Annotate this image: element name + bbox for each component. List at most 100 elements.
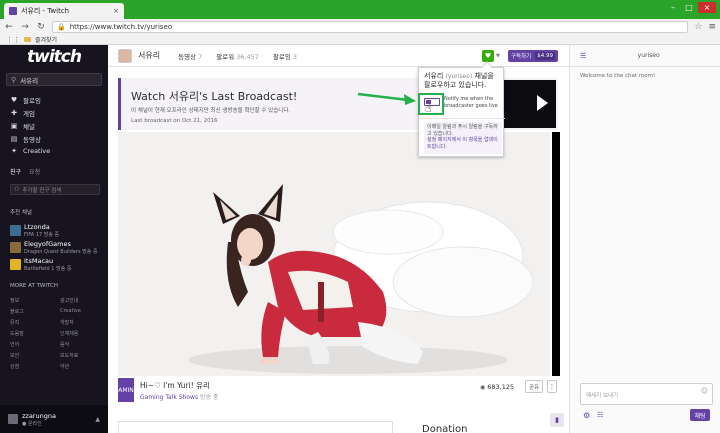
chat-header: ☰ yuriseo: [570, 45, 720, 67]
popup-channel-name: 서유리: [424, 72, 444, 80]
tab-friends[interactable]: 친구: [10, 167, 21, 176]
apps-grid-icon[interactable]: ⋮⋮: [6, 36, 20, 44]
divider: [419, 118, 505, 119]
chat-bubble-icon[interactable]: ▮: [550, 413, 564, 427]
forward-icon[interactable]: →: [20, 22, 30, 32]
heart-icon: ♥: [484, 52, 492, 60]
channel-name[interactable]: 서유리: [138, 50, 160, 61]
browser-menu-icon[interactable]: ≡: [708, 22, 716, 32]
close-window-button[interactable]: ×: [698, 2, 716, 13]
channel-avatar: [10, 225, 21, 236]
footer-link[interactable]: 보안: [10, 352, 60, 359]
viewer-list-icon[interactable]: ☷: [597, 411, 603, 419]
video-player[interactable]: [118, 132, 550, 376]
chat-welcome-message: Welcome to the chat room!: [580, 73, 656, 79]
tab-title: 서유리 - Twitch: [21, 7, 70, 15]
stat-following[interactable]: 팔로잉 3: [273, 51, 297, 61]
more-options-button[interactable]: ⋮: [547, 380, 557, 393]
footer-link[interactable]: 언어: [10, 341, 60, 348]
recommended-channel[interactable]: ElegyofGames Dragon Quest Builders 방송 중: [10, 240, 98, 255]
channel-avatar: [10, 259, 21, 270]
nav-games[interactable]: ✚ 게임: [10, 108, 35, 118]
footer-link[interactable]: 약관: [60, 363, 95, 370]
footer-link[interactable]: 인재채용: [60, 330, 95, 337]
lock-icon: 🔒: [57, 23, 66, 31]
more-at-twitch-title: MORE AT TWITCH: [10, 283, 58, 289]
nav-channels[interactable]: ▣ 채널: [10, 121, 35, 131]
footer-link[interactable]: 개발자: [60, 319, 95, 326]
footer-link[interactable]: 블로그: [10, 308, 60, 315]
settings-link[interactable]: 설정 페이지에서 이 항목을 업데이트합니다.: [427, 137, 499, 150]
last-broadcast-thumbnail[interactable]: [501, 80, 556, 128]
friends-tabs: 친구 요청: [10, 167, 40, 176]
footer-link[interactable]: 뮤직: [10, 319, 60, 326]
channel-avatar[interactable]: [118, 48, 132, 63]
left-sidebar: twitch ⚲ 서유리 ♥ 팔로잉 ✚ 게임 ▣ 채널 ▤ 동영상 ✦ Cre…: [0, 45, 108, 433]
play-icon: [537, 95, 548, 111]
footer-link[interactable]: 음악: [60, 341, 95, 348]
user-name: zzarungna: [22, 411, 56, 420]
footer-link[interactable]: 정보: [10, 297, 60, 304]
nav-following[interactable]: ♥ 팔로잉: [10, 95, 41, 105]
footer-link[interactable]: 광고안내: [60, 297, 95, 304]
nav-creative[interactable]: ✦ Creative: [10, 147, 50, 155]
stat-followers[interactable]: 팔로워 36,457: [216, 51, 259, 61]
footer-link[interactable]: 도움말: [10, 330, 60, 337]
user-add-icon: ⚇: [14, 186, 20, 193]
twitch-logo[interactable]: twitch: [27, 47, 82, 67]
popup-info-text: 이메일 알림과 푸시 알림을 구독하고 있습니다.: [427, 124, 498, 137]
video-side-bar: [552, 132, 560, 376]
reload-icon[interactable]: ↻: [36, 22, 46, 32]
stat-value: 7: [198, 52, 203, 61]
gear-icon[interactable]: ⚙: [583, 411, 590, 420]
friend-search-placeholder: 추가할 친구 검색: [22, 187, 62, 194]
avatar: [8, 414, 18, 424]
bookmarks-bar: ⋮⋮ 즐겨찾기: [0, 35, 720, 45]
minimize-button[interactable]: –: [666, 2, 680, 13]
back-icon[interactable]: ←: [4, 22, 14, 32]
address-bar[interactable]: 🔒 https://www.twitch.tv/yuriseo: [52, 21, 689, 33]
window-controls: – □ ×: [666, 2, 716, 13]
browser-tab[interactable]: 서유리 - Twitch ×: [4, 3, 124, 19]
chat-panel: ☰ yuriseo Welcome to the chat room! 메세지 …: [569, 45, 720, 433]
emoji-icon[interactable]: ☺: [701, 387, 708, 395]
annotation-arrow-icon: [357, 92, 416, 105]
game-name: Gaming Talk Shows: [140, 394, 199, 401]
footer-link[interactable]: Creative: [60, 308, 95, 315]
bookmark-favorites[interactable]: 즐겨찾기: [35, 35, 57, 44]
tab-requests[interactable]: 요청: [29, 167, 40, 176]
stat-videos[interactable]: 동영상 7: [178, 51, 202, 61]
banner-date: Last broadcast on Oct 21, 2016: [131, 118, 218, 124]
stream-info: GAMING Hi~♡ I'm Yuri! 유리 Gaming Talk Sho…: [114, 378, 558, 408]
friend-search-input[interactable]: ⚇ 추가할 친구 검색: [10, 184, 100, 195]
stream-game-logo[interactable]: GAMING: [114, 378, 138, 402]
viewer-count: ◉ 683,125: [480, 383, 514, 391]
user-menu[interactable]: zzarungna ● 온라인 ▲: [0, 405, 108, 433]
browser-toolbar: ← → ↻ 🔒 https://www.twitch.tv/yuriseo ☆ …: [0, 19, 720, 35]
stat-label: 팔로워: [216, 52, 235, 61]
more-links: 정보 광고안내 블로그 Creative 뮤직 개발자 도움말 인재채용 언어 …: [10, 297, 95, 370]
subscribe-button[interactable]: 구독하기 $4.99: [508, 50, 558, 62]
follow-button[interactable]: ♥: [482, 50, 494, 62]
recommended-channel[interactable]: ItsMacau Battlefield 1 방송 중: [10, 257, 71, 272]
popup-title: 서유리 (yuriseo) 채널을 팔로우하고 있습니다.: [424, 72, 502, 90]
share-button[interactable]: 공유: [525, 380, 543, 393]
popup-channel-id: (yuriseo): [445, 73, 473, 80]
user-status: ● 온라인: [22, 420, 42, 427]
chevron-down-icon[interactable]: ▼: [496, 50, 504, 62]
chat-input[interactable]: 메세지 보내기 ☺: [580, 383, 713, 405]
banner-title: Watch 서유리's Last Broadcast!: [131, 90, 298, 103]
hand-cursor-icon: ☝: [425, 102, 432, 115]
bookmark-star-icon[interactable]: ☆: [694, 22, 702, 32]
maximize-button[interactable]: □: [682, 2, 696, 13]
sidebar-search-input[interactable]: ⚲ 서유리: [6, 73, 102, 86]
eye-icon: ◉: [480, 383, 486, 391]
recommended-channel[interactable]: Ltzonda FIFA 17 방송 중: [10, 223, 59, 238]
chat-send-button[interactable]: 채팅: [690, 409, 710, 421]
footer-link[interactable]: 상점: [10, 363, 60, 370]
footer-link[interactable]: 보도자료: [60, 352, 95, 359]
stream-game-link[interactable]: Gaming Talk Shows 방송 중: [140, 392, 218, 401]
tab-close-icon[interactable]: ×: [113, 7, 119, 15]
nav-label: 팔로잉: [23, 97, 41, 105]
nav-videos[interactable]: ▤ 동영상: [10, 134, 41, 144]
